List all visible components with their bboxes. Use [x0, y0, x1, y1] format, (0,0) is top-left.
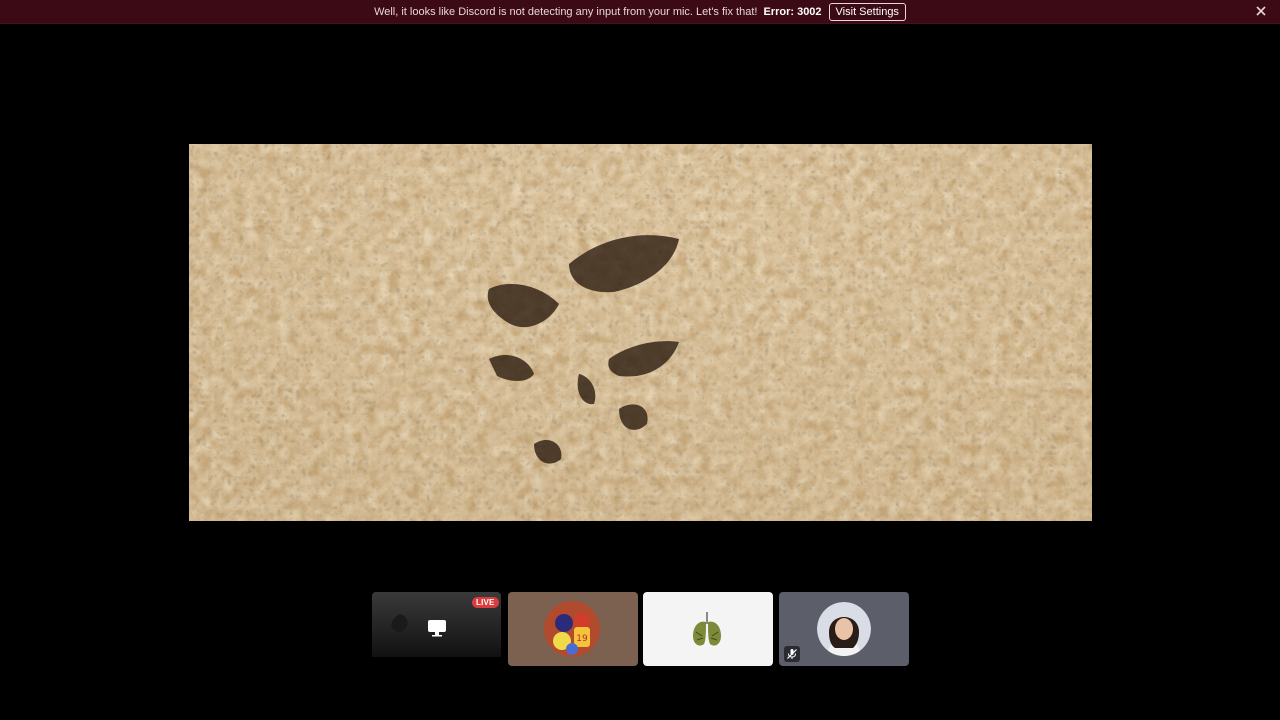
avatar	[817, 602, 871, 656]
svg-text:19: 19	[576, 634, 588, 644]
live-badge: LIVE	[472, 597, 499, 608]
stream-video[interactable]	[189, 144, 1092, 521]
mic-warning-message: Well, it looks like Discord is not detec…	[374, 5, 758, 18]
participant-tile[interactable]	[643, 592, 773, 666]
mic-warning-banner: Well, it looks like Discord is not detec…	[0, 0, 1280, 24]
participant-tile[interactable]: 19	[508, 592, 638, 666]
visit-settings-button[interactable]: Visit Settings	[828, 2, 906, 21]
lungs-icon	[687, 610, 727, 650]
error-code: Error: 3002	[763, 5, 822, 18]
participant-tiles: LIVE 19	[372, 592, 909, 667]
mic-muted-icon	[784, 646, 800, 662]
stream-tile-live[interactable]: LIVE	[372, 592, 501, 666]
avatar: 19	[544, 601, 600, 657]
screen-share-icon	[427, 619, 447, 642]
close-icon[interactable]	[1255, 5, 1267, 17]
participant-tile[interactable]	[779, 592, 909, 666]
stream-frame-image	[189, 144, 1092, 521]
